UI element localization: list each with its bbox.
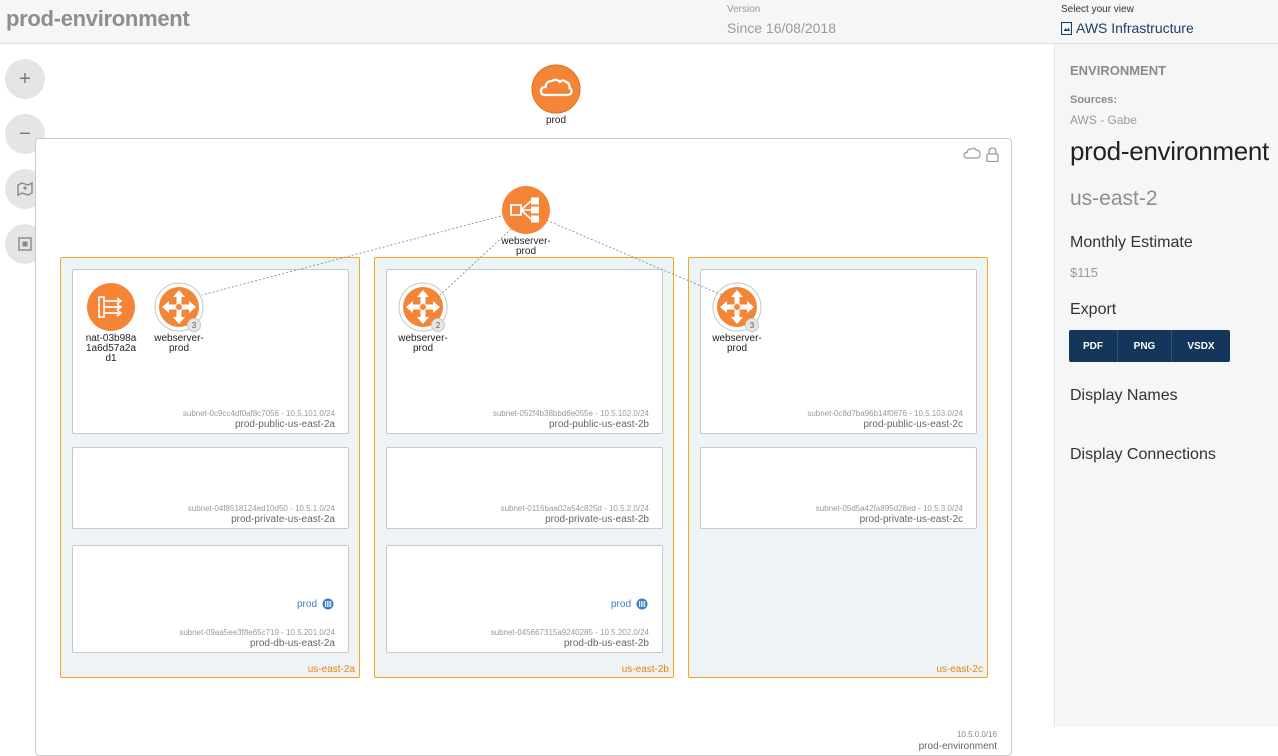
region-name: us-east-2 xyxy=(1070,187,1158,210)
view-selector-label: AWS Infrastructure xyxy=(1076,20,1194,36)
database-icon xyxy=(636,598,648,610)
monthly-estimate-value: $115 xyxy=(1070,265,1098,280)
version-selector[interactable]: Since 16/08/2018 xyxy=(727,20,836,36)
az-label: us-east-2b xyxy=(621,664,669,675)
az-container-us-east-2a[interactable]: nat-03b98a1a6d57a2ad1 3 webserver-prod s… xyxy=(60,257,360,678)
vpc-name: prod-environment xyxy=(918,741,997,752)
rds-label: prod xyxy=(610,598,631,610)
database-icon xyxy=(322,598,334,610)
cloud-node[interactable]: prod xyxy=(531,64,581,126)
page-title: prod-environment xyxy=(6,6,190,31)
subnet-id: subnet-0c8d7ba96b14f0676 - 10.5.103.0/24 xyxy=(807,409,963,418)
view-selector[interactable]: AWS Infrastructure xyxy=(1061,20,1194,36)
vpc-cidr: 10.5.0.0/16 xyxy=(956,730,997,739)
asg-label: webserver-prod xyxy=(154,333,204,354)
document-icon xyxy=(1061,21,1072,35)
subnet-id: subnet-0116baa02a54c825d - 10.5.2.0/24 xyxy=(500,504,649,513)
minus-icon: − xyxy=(19,122,31,145)
details-panel: ENVIRONMENT Sources: AWS - Gabe prod-env… xyxy=(1054,44,1278,727)
nat-gateway-icon xyxy=(87,283,135,331)
cloud-label: prod xyxy=(545,115,566,126)
instance-count-badge: 3 xyxy=(187,318,201,332)
subnet-public-2b[interactable]: 2 webserver-prod subnet-052f4b38bbd6e055… xyxy=(386,269,663,434)
environment-name: prod-environment xyxy=(1070,136,1269,166)
lock-icon xyxy=(986,147,999,162)
asg-node-2a[interactable]: 3 webserver-prod xyxy=(151,282,207,354)
subnet-id: subnet-09aa5ee3f8e65c719 - 10.5.201.0/24 xyxy=(179,628,335,637)
subnet-name: prod-db-us-east-2a xyxy=(249,638,335,649)
export-pdf-button[interactable]: PDF xyxy=(1069,330,1118,362)
export-label: Export xyxy=(1070,301,1117,318)
subnet-name: prod-db-us-east-2b xyxy=(563,638,649,649)
subnet-id: subnet-04f8518124ed10d50 - 10.5.1.0/24 xyxy=(187,504,335,513)
top-bar: prod-environment Version Since 16/08/201… xyxy=(0,0,1278,44)
sources-value: AWS - Gabe xyxy=(1070,113,1137,127)
subnet-db-2b[interactable]: prod subnet-045667315a9240285 - 10.5.202… xyxy=(386,545,663,653)
instance-count-badge: 2 xyxy=(431,318,445,332)
load-balancer-label: webserver-prod xyxy=(501,236,551,257)
load-balancer-node[interactable]: webserver-prod xyxy=(495,185,557,257)
plus-icon: + xyxy=(19,67,31,90)
asg-label: webserver-prod xyxy=(398,333,448,354)
monthly-estimate-label: Monthly Estimate xyxy=(1070,234,1193,251)
export-button-group: PDF PNG VSDX xyxy=(1069,330,1230,362)
nat-gateway-label: nat-03b98a1a6d57a2ad1 xyxy=(85,333,137,364)
subnet-id: subnet-0c9cc4df0af8c7056 - 10.5.101.0/24 xyxy=(182,409,335,418)
az-container-us-east-2b[interactable]: 2 webserver-prod subnet-052f4b38bbd6e055… xyxy=(374,257,674,678)
diagram-canvas[interactable]: + − prod 10.5.0.0/16 prod-environment na… xyxy=(0,44,1054,756)
cloud-outline-icon xyxy=(963,147,981,159)
zoom-in-button[interactable]: + xyxy=(5,59,45,99)
subnet-id: subnet-052f4b38bbd6e055e - 10.5.102.0/24 xyxy=(492,409,649,418)
load-balancer-icon xyxy=(502,186,550,234)
az-label: us-east-2a xyxy=(307,664,355,675)
asg-label: webserver-prod xyxy=(712,333,762,354)
subnet-public-2c[interactable]: 3 webserver-prod subnet-0c8d7ba96b14f067… xyxy=(700,269,977,434)
rds-label: prod xyxy=(296,598,317,610)
export-vsdx-button[interactable]: VSDX xyxy=(1172,330,1230,362)
rds-instance[interactable]: prod xyxy=(297,598,334,610)
subnet-db-2a[interactable]: prod subnet-09aa5ee3f8e65c719 - 10.5.201… xyxy=(72,545,349,653)
subnet-private-2a[interactable]: subnet-04f8518124ed10d50 - 10.5.1.0/24 p… xyxy=(72,447,349,529)
subnet-id: subnet-045667315a9240285 - 10.5.202.0/24 xyxy=(490,628,649,637)
version-label: Version xyxy=(727,4,761,15)
display-connections-toggle[interactable]: Display Connections xyxy=(1070,446,1216,464)
subnet-name: prod-public-us-east-2c xyxy=(863,419,964,430)
rds-instance[interactable]: prod xyxy=(611,598,648,610)
subnet-name: prod-private-us-east-2c xyxy=(859,514,963,525)
export-png-button[interactable]: PNG xyxy=(1118,330,1172,362)
nat-gateway-node[interactable]: nat-03b98a1a6d57a2ad1 xyxy=(84,282,138,364)
subnet-public-2a[interactable]: nat-03b98a1a6d57a2ad1 3 webserver-prod s… xyxy=(72,269,349,434)
subnet-id: subnet-05d5a42fa895d28ed - 10.5.3.0/24 xyxy=(815,504,963,513)
subnet-private-2c[interactable]: subnet-05d5a42fa895d28ed - 10.5.3.0/24 p… xyxy=(700,447,977,529)
cloud-icon xyxy=(531,64,581,114)
display-names-toggle[interactable]: Display Names xyxy=(1070,387,1178,405)
focus-icon xyxy=(18,237,32,251)
subnet-name: prod-private-us-east-2a xyxy=(231,514,335,525)
vpc-icons xyxy=(963,147,999,162)
subnet-name: prod-public-us-east-2b xyxy=(548,419,649,430)
az-container-us-east-2c[interactable]: 3 webserver-prod subnet-0c8d7ba96b14f067… xyxy=(688,257,988,678)
map-icon xyxy=(17,181,33,197)
asg-node-2c[interactable]: 3 webserver-prod xyxy=(709,282,765,354)
instance-count-badge: 3 xyxy=(745,318,759,332)
panel-heading: ENVIRONMENT xyxy=(1070,63,1167,78)
sources-label: Sources: xyxy=(1070,94,1118,106)
asg-node-2b[interactable]: 2 webserver-prod xyxy=(395,282,451,354)
subnet-name: prod-public-us-east-2a xyxy=(234,419,335,430)
az-label: us-east-2c xyxy=(936,664,983,675)
subnet-private-2b[interactable]: subnet-0116baa02a54c825d - 10.5.2.0/24 p… xyxy=(386,447,663,529)
view-label: Select your view xyxy=(1061,4,1134,15)
subnet-name: prod-private-us-east-2b xyxy=(545,514,649,525)
